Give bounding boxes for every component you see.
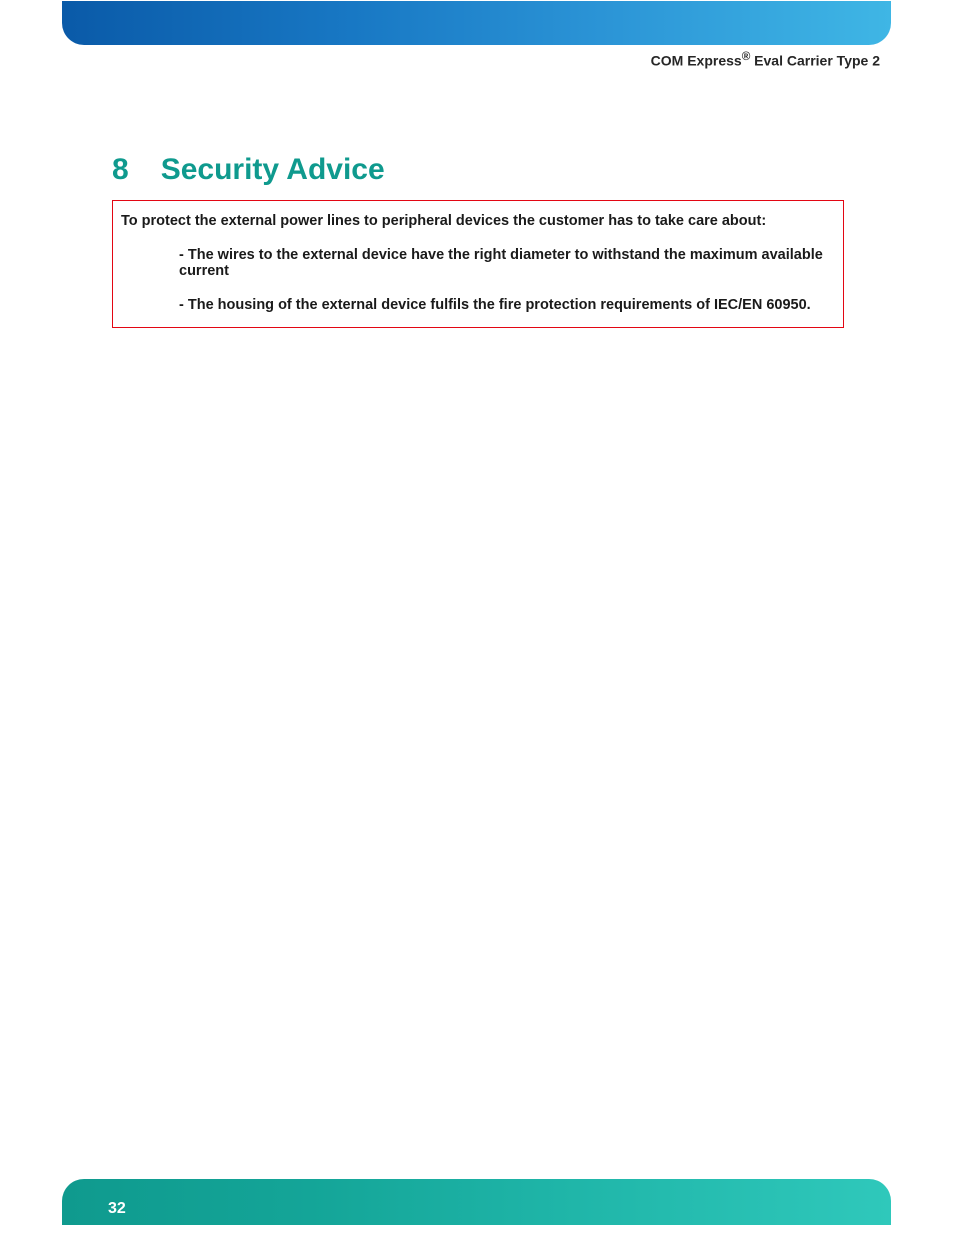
advice-item: - The housing of the external device ful…	[179, 297, 835, 313]
security-advice-box: To protect the external power lines to p…	[112, 200, 844, 328]
section-heading: 8 Security Advice	[112, 153, 385, 187]
section-title: Security Advice	[161, 153, 385, 187]
registered-mark: ®	[742, 50, 751, 63]
section-number: 8	[112, 153, 129, 187]
advice-intro-text: To protect the external power lines to p…	[121, 213, 835, 229]
header-product-suffix: Eval Carrier Type 2	[750, 53, 880, 69]
header-product-label: COM Express® Eval Carrier Type 2	[651, 50, 880, 69]
page-number: 32	[108, 1200, 126, 1218]
advice-item: - The wires to the external device have …	[179, 247, 835, 279]
header-product-line: COM Express	[651, 53, 742, 69]
top-banner	[62, 1, 891, 45]
bottom-banner	[62, 1179, 891, 1225]
